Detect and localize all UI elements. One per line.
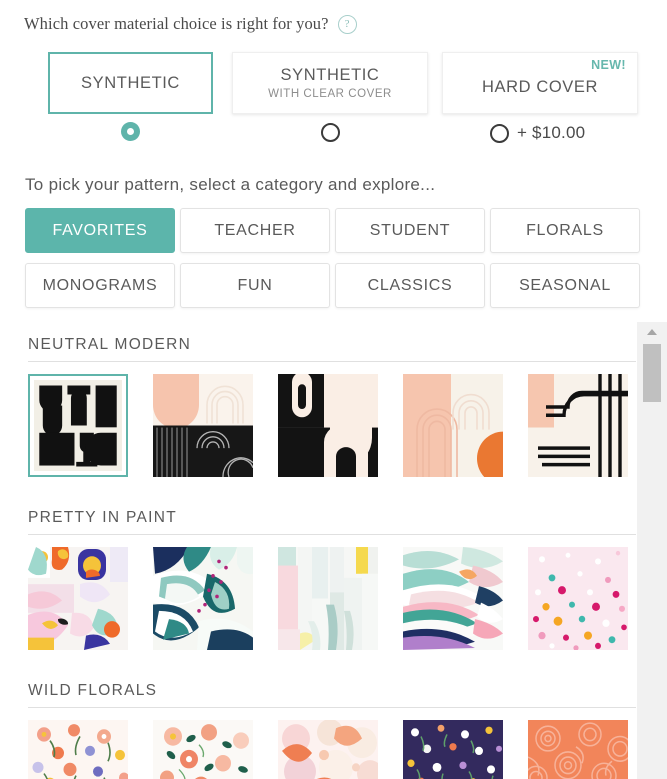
pattern-prompt: To pick your pattern, select a category … [25, 175, 436, 194]
section-divider [28, 361, 636, 362]
pattern-thumbnail-nm-1[interactable] [28, 374, 128, 477]
pattern-thumbnail-nm-3[interactable] [278, 374, 378, 477]
new-badge: NEW! [591, 58, 626, 72]
pattern-art [153, 547, 253, 650]
pattern-art [403, 547, 503, 650]
pattern-art [528, 720, 628, 779]
cover-card-synthetic-clear[interactable]: SYNTHETIC WITH CLEAR COVER [232, 52, 428, 114]
pattern-thumbnail-nm-5[interactable] [528, 374, 628, 477]
pattern-art [278, 547, 378, 650]
scroll-up-arrow [647, 329, 657, 335]
pattern-art [403, 374, 503, 477]
category-button-student[interactable]: STUDENT [335, 208, 485, 253]
category-button-grid: FAVORITES TEACHER STUDENT FLORALS MONOGR… [25, 208, 640, 308]
category-button-classics[interactable]: CLASSICS [335, 263, 485, 308]
pattern-thumbnail-wf-3[interactable] [278, 720, 378, 779]
hard-cover-price: + $10.00 [517, 123, 586, 142]
cover-option-synthetic-clear: SYNTHETIC WITH CLEAR COVER [232, 52, 428, 142]
thumbnail-row [28, 547, 636, 650]
cover-option-synthetic: SYNTHETIC [48, 52, 213, 141]
pattern-art [153, 720, 253, 779]
pattern-art [34, 380, 122, 471]
pattern-thumbnail-wf-4[interactable] [403, 720, 503, 779]
section-divider [28, 707, 636, 708]
pattern-art [278, 374, 378, 477]
pattern-thumbnail-nm-4[interactable] [403, 374, 503, 477]
pattern-thumbnail-pp-2[interactable] [153, 547, 253, 650]
section-title: PRETTY IN PAINT [28, 509, 177, 526]
pattern-thumbnail-nm-2[interactable] [153, 374, 253, 477]
pattern-thumbnail-wf-2[interactable] [153, 720, 253, 779]
pattern-scrollbar[interactable] [636, 322, 667, 779]
section-title: NEUTRAL MODERN [28, 336, 192, 353]
cover-card-title: SYNTHETIC [81, 73, 180, 92]
pattern-art [528, 374, 628, 477]
category-button-favorites[interactable]: FAVORITES [25, 208, 175, 253]
question-text: Which cover material choice is right for… [24, 14, 329, 33]
category-button-florals[interactable]: FLORALS [490, 208, 640, 253]
category-button-fun[interactable]: FUN [180, 263, 330, 308]
cover-option-hard-cover: NEW! HARD COVER + $10.00 [442, 52, 638, 143]
question-mark-icon[interactable]: ? [337, 14, 357, 34]
cover-radio-synthetic-clear[interactable] [232, 123, 428, 142]
thumbnail-row [28, 720, 636, 779]
cover-card-subtitle: WITH CLEAR COVER [268, 87, 392, 100]
cover-radio-hard-cover[interactable]: + $10.00 [490, 123, 585, 143]
pattern-section-pretty-in-paint: PRETTY IN PAINT [0, 495, 636, 650]
cover-card-title: SYNTHETIC [280, 66, 380, 85]
radio-button-icon[interactable] [121, 122, 140, 141]
thumbnail-row [28, 374, 636, 477]
pattern-art [28, 547, 128, 650]
pattern-thumbnail-pp-1[interactable] [28, 547, 128, 650]
scrollbar-thumb[interactable] [643, 344, 661, 402]
cover-card-synthetic[interactable]: SYNTHETIC [48, 52, 213, 114]
cover-card-hard-cover[interactable]: NEW! HARD COVER [442, 52, 638, 114]
cover-radio-synthetic[interactable] [48, 122, 213, 141]
pattern-art [278, 720, 378, 779]
pattern-art [28, 720, 128, 779]
section-title: WILD FLORALS [28, 682, 158, 699]
pattern-picker-page: Which cover material choice is right for… [0, 0, 667, 779]
pattern-art [528, 547, 628, 650]
cover-material-question: Which cover material choice is right for… [24, 14, 357, 34]
chevron-up-icon[interactable] [643, 324, 661, 340]
pattern-section-neutral-modern: NEUTRAL MODERN [0, 322, 636, 477]
pattern-art [153, 374, 253, 477]
category-button-seasonal[interactable]: SEASONAL [490, 263, 640, 308]
radio-button-icon[interactable] [320, 123, 340, 142]
pattern-thumbnail-wf-1[interactable] [28, 720, 128, 779]
pattern-scroll-area: NEUTRAL MODERN PRETTY IN PAINT WILD FLOR… [0, 322, 636, 779]
category-button-teacher[interactable]: TEACHER [180, 208, 330, 253]
pattern-art [403, 720, 503, 779]
pattern-section-wild-florals: WILD FLORALS [0, 668, 636, 779]
radio-button-icon[interactable] [490, 123, 509, 143]
pattern-thumbnail-wf-5[interactable] [528, 720, 628, 779]
cover-card-title: HARD COVER [481, 77, 598, 96]
cover-material-options: SYNTHETIC SYNTHETIC WITH CLEAR COVER NEW… [0, 52, 667, 152]
section-divider [28, 534, 636, 535]
pattern-thumbnail-pp-3[interactable] [278, 547, 378, 650]
category-button-monograms[interactable]: MONOGRAMS [25, 263, 175, 308]
pattern-thumbnail-pp-5[interactable] [528, 547, 628, 650]
pattern-thumbnail-pp-4[interactable] [403, 547, 503, 650]
